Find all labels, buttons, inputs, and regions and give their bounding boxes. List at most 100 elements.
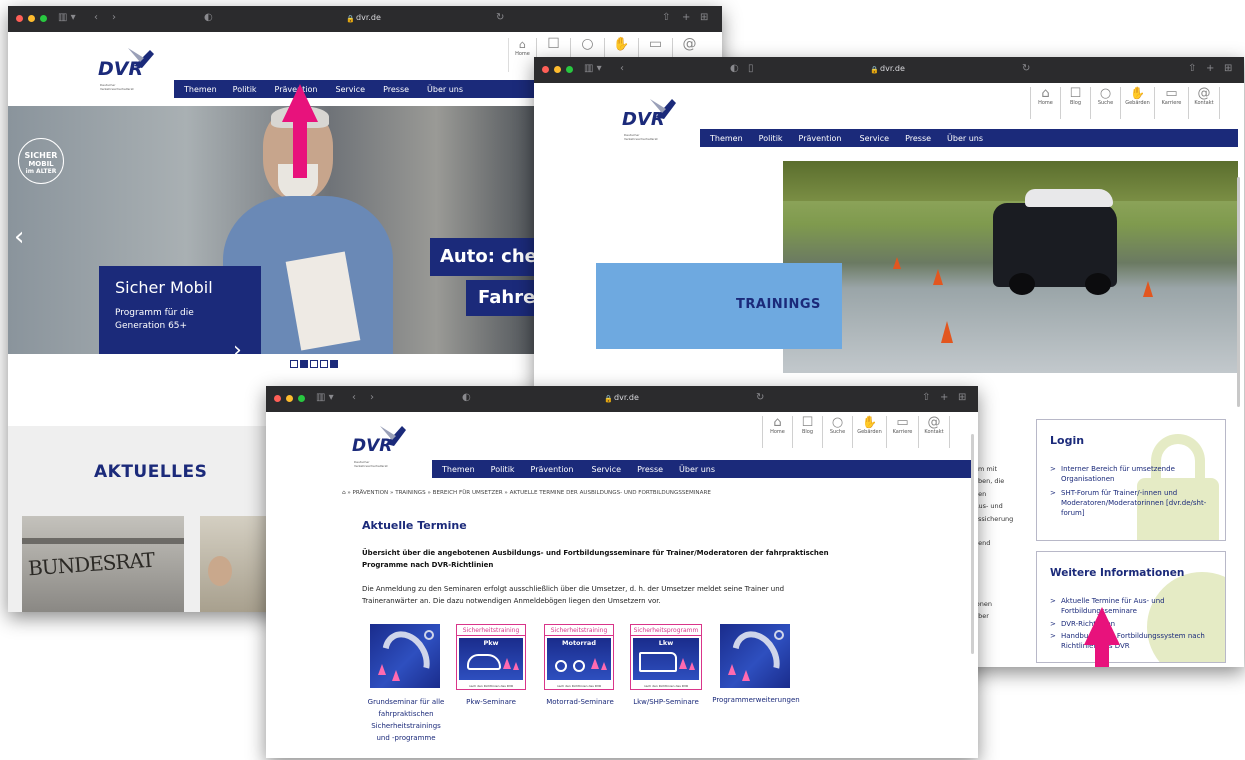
sidebar-icon[interactable]: ▥ ▾: [584, 63, 602, 75]
new-tab-icon[interactable]: +: [682, 12, 690, 24]
iconbar-item-career[interactable]: ▭ Karriere: [1154, 87, 1188, 119]
tab-icon[interactable]: ▯: [748, 63, 754, 75]
back-icon[interactable]: ‹: [94, 12, 98, 24]
nav-item-themen[interactable]: Themen: [184, 85, 217, 94]
address-bar[interactable]: dvr.de: [880, 64, 905, 74]
login-link-forum[interactable]: > SHT-Forum für Trainer/-innen und Modera…: [1050, 488, 1224, 518]
iconbar-item-search[interactable]: ○ Suche: [1090, 87, 1120, 119]
shield-icon[interactable]: ◐: [462, 392, 471, 404]
reload-icon[interactable]: ↻: [496, 12, 504, 24]
news-image-bundesrat[interactable]: BUNDESRAT: [22, 516, 184, 612]
back-icon[interactable]: ‹: [620, 63, 624, 75]
window-controls[interactable]: [542, 66, 573, 73]
briefcase-icon: ▭: [1165, 86, 1178, 101]
tab-overview-icon[interactable]: ⊞: [958, 392, 966, 404]
share-icon[interactable]: ⇧: [662, 12, 670, 24]
iconbar-item-home[interactable]: ⌂ Home: [1030, 87, 1060, 119]
back-icon[interactable]: ‹: [352, 392, 356, 404]
window-controls[interactable]: [16, 15, 47, 22]
tile-label[interactable]: Motorrad-Seminare: [532, 696, 628, 708]
nav-item-praevention[interactable]: Prävention: [531, 465, 574, 474]
iconbar-item-contact[interactable]: @ Kontakt: [1188, 87, 1220, 119]
iconbar-item-sign-language[interactable]: ✋ Gebärden: [1120, 87, 1154, 119]
aktuelles-heading: AKTUELLES: [94, 462, 208, 482]
reload-icon[interactable]: ↻: [1022, 63, 1030, 75]
scrollbar[interactable]: [971, 434, 974, 654]
address-bar[interactable]: dvr.de: [614, 393, 639, 403]
at-icon: @: [927, 415, 941, 430]
nav-item-ueber-uns[interactable]: Über uns: [679, 465, 715, 474]
new-tab-icon[interactable]: +: [940, 392, 948, 404]
tab-overview-icon[interactable]: ⊞: [1224, 63, 1232, 75]
login-link-intern[interactable]: > Interner Bereich für umsetzende Organis…: [1050, 464, 1220, 484]
slider-prev-button[interactable]: ‹: [14, 224, 24, 250]
login-box: Login > Interner Bereich für umsetzende O…: [1036, 419, 1226, 541]
seminar-tile-motorrad[interactable]: Sicherheitstraining Motorrad nach den Ri…: [544, 624, 614, 690]
speech-bubble-icon: ☐: [801, 415, 814, 430]
dvr-logo[interactable]: DVR Deutscher Verkehrssicherheitsrat: [352, 422, 412, 468]
iconbar-item-search[interactable]: ○ Suche: [822, 416, 852, 448]
logo-text: DVR: [98, 58, 144, 80]
tile-label[interactable]: Lkw/SHP-Seminare: [618, 696, 714, 708]
nav-item-themen[interactable]: Themen: [442, 465, 475, 474]
seminar-tile-grundseminar[interactable]: [370, 624, 440, 688]
iconbar-item-home[interactable]: ⌂ Home: [508, 38, 536, 72]
iconbar-item-blog[interactable]: ☐ Blog: [792, 416, 822, 448]
nav-item-ueber-uns[interactable]: Über uns: [947, 134, 983, 143]
tile-label[interactable]: Grundseminar für alle fahrpraktischen Sic…: [352, 696, 460, 744]
share-icon[interactable]: ⇧: [922, 392, 930, 404]
tile-label[interactable]: Pkw-Seminare: [446, 696, 536, 708]
address-bar[interactable]: dvr.de: [356, 13, 381, 23]
news-image-second[interactable]: [200, 516, 270, 612]
nav-item-presse[interactable]: Presse: [637, 465, 663, 474]
info-link-termine[interactable]: > Aktuelle Termine für Aus- und Fortbildu…: [1050, 596, 1220, 616]
reload-icon[interactable]: ↻: [756, 392, 764, 404]
nav-item-service[interactable]: Service: [335, 85, 365, 94]
tab-overview-icon[interactable]: ⊞: [700, 12, 708, 24]
iconbar-item-contact[interactable]: @ Kontakt: [918, 416, 950, 448]
sidebar-icon[interactable]: ▥ ▾: [316, 392, 334, 404]
motorcycle-icon: [555, 660, 567, 672]
share-icon[interactable]: ⇧: [1188, 63, 1196, 75]
scrollbar[interactable]: [1237, 177, 1240, 407]
slider-pagination[interactable]: [290, 360, 338, 368]
seminar-tile-programmerweiterungen[interactable]: [720, 624, 790, 688]
hand-icon: ✋: [613, 37, 630, 52]
iconbar-item-home[interactable]: ⌂ Home: [762, 416, 792, 448]
trainings-heading: TRAININGS: [736, 297, 821, 312]
dvr-logo[interactable]: DVR Deutscher Verkehrssicherheitsrat: [98, 46, 158, 91]
sidebar-icon[interactable]: ▥ ▾: [58, 12, 76, 24]
iconbar-item-sign-language[interactable]: ✋ Gebärden: [852, 416, 886, 448]
trainings-banner: TRAININGS: [596, 263, 842, 349]
nav-item-presse[interactable]: Presse: [905, 134, 931, 143]
info-link-handbuch[interactable]: >Handbuch- und Fortbildungssystem nach R…: [1050, 631, 1220, 651]
nav-item-politik[interactable]: Politik: [491, 465, 515, 474]
iconbar-item-career[interactable]: ▭ Karriere: [886, 416, 918, 448]
nav-item-ueber-uns[interactable]: Über uns: [427, 85, 463, 94]
new-tab-icon[interactable]: +: [1206, 63, 1214, 75]
dvr-logo[interactable]: DVR Deutscher Verkehrssicherheitsrat: [622, 95, 682, 141]
forward-icon[interactable]: ›: [370, 392, 374, 404]
nav-item-themen[interactable]: Themen: [710, 134, 743, 143]
teaser-text: Generation 65+: [115, 321, 188, 331]
forward-icon[interactable]: ›: [112, 12, 116, 24]
seminar-tile-pkw[interactable]: Sicherheitstraining Pkw nach den Richtli…: [456, 624, 526, 690]
nav-item-praevention[interactable]: Prävention: [799, 134, 842, 143]
nav-item-presse[interactable]: Presse: [383, 85, 409, 94]
browser-window-aktuelle-termine: ▥ ▾ ‹ › ◐ 🔒 dvr.de ↻ ⇧ + ⊞ DVR Deutscher…: [266, 386, 978, 758]
speech-bubble-icon: ☐: [1069, 86, 1082, 101]
shield-icon[interactable]: ◐: [204, 12, 213, 24]
breadcrumb[interactable]: ⌂ » PRÄVENTION » TRAININGS » BEREICH FÜR…: [342, 489, 962, 497]
nav-item-politik[interactable]: Politik: [233, 85, 257, 94]
nav-item-service[interactable]: Service: [859, 134, 889, 143]
logo-subtitle: Verkehrssicherheitsrat: [354, 464, 388, 468]
nav-item-politik[interactable]: Politik: [759, 134, 783, 143]
iconbar-item-blog[interactable]: ☐ Blog: [1060, 87, 1090, 119]
info-link-richtlinien[interactable]: > DVR-Richtlinien: [1050, 619, 1220, 629]
seminar-tile-lkw[interactable]: Sicherheitsprogramm Lkw nach den Richtli…: [630, 624, 702, 690]
tile-label[interactable]: Programmerweiterungen: [704, 694, 808, 706]
nav-item-service[interactable]: Service: [591, 465, 621, 474]
teaser-box[interactable]: Sicher Mobil Programm für die Generation…: [99, 266, 261, 354]
shield-icon[interactable]: ◐: [730, 63, 739, 75]
window-controls[interactable]: [274, 395, 305, 402]
